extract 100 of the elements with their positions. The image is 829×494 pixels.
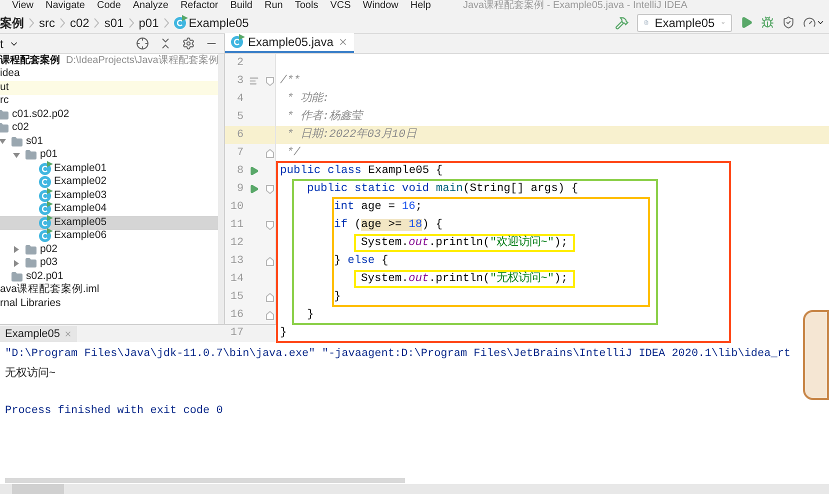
- breadcrumb-item[interactable]: src: [39, 14, 55, 32]
- tree-item-label: rc: [0, 93, 9, 108]
- tree-item-label: p03: [40, 255, 58, 270]
- scrollbar-thumb[interactable]: [5, 478, 405, 483]
- line-number: 8: [236, 164, 244, 179]
- profile-icon[interactable]: [803, 16, 816, 29]
- editor-tab[interactable]: Example05.java: [225, 33, 354, 53]
- fold-icon[interactable]: [266, 184, 274, 194]
- menu-item[interactable]: Code: [96, 0, 121, 12]
- code-line: public static void main(String[] args) {: [307, 182, 578, 197]
- tree-item[interactable]: Example02: [0, 176, 218, 189]
- tree-item-label: Example01: [54, 160, 107, 176]
- tree-item-label: ava课程配套案例.iml: [0, 282, 100, 298]
- tree-item-label: p01: [40, 147, 58, 162]
- tree-item[interactable]: p03: [0, 256, 218, 270]
- tree-item[interactable]: Example05: [0, 216, 218, 230]
- expanded-arrow-icon[interactable]: [13, 152, 20, 159]
- tree-item[interactable]: p01: [0, 148, 218, 162]
- run-icon[interactable]: [740, 16, 753, 29]
- tree-item[interactable]: Example04: [0, 202, 218, 216]
- tree-item[interactable]: Example03: [0, 189, 218, 202]
- code-line: public class Example05 {: [280, 164, 443, 179]
- expanded-arrow-icon[interactable]: [0, 138, 6, 146]
- match-highlight: age >= 18: [361, 219, 422, 231]
- annotation-frame: System.out.println("无权访问~");: [354, 270, 575, 288]
- tree-item[interactable]: s02.p01: [0, 270, 218, 284]
- tree-item[interactable]: 课程配套案例 D:\IdeaProjects\Java课程配套案例: [0, 54, 218, 68]
- menu-item[interactable]: Navigate: [46, 0, 85, 12]
- tree-item[interactable]: s01: [0, 135, 218, 148]
- tree-item[interactable]: ava课程配套案例.iml: [0, 284, 218, 297]
- breadcrumb-item[interactable]: Example05: [174, 14, 249, 32]
- folder-icon: [0, 108, 9, 121]
- line-number: 3: [236, 74, 244, 89]
- runnable-class-icon: [39, 216, 51, 229]
- code-line: }: [280, 326, 287, 341]
- menu-item[interactable]: Analyze: [132, 0, 168, 12]
- tree-item[interactable]: rnal Libraries: [0, 297, 218, 310]
- code-line: /**: [280, 74, 300, 89]
- code-line: int age = 16;: [334, 200, 422, 215]
- breadcrumb-item[interactable]: c02: [70, 14, 90, 32]
- close-icon[interactable]: [64, 330, 72, 338]
- tree-item[interactable]: Example01: [0, 162, 218, 176]
- folder-icon: [0, 122, 9, 134]
- fold-end-icon[interactable]: [266, 148, 274, 158]
- structure-icon[interactable]: [249, 76, 260, 86]
- code-line: if (age >= 18) {: [334, 218, 442, 233]
- tree-item-label: Example05: [54, 214, 107, 230]
- run-gutter-icon[interactable]: [249, 166, 260, 176]
- run-gutter-icon[interactable]: [249, 184, 260, 194]
- console-line: 无权访问~: [5, 366, 56, 381]
- run-configuration-dropdown[interactable]: Example05: [637, 14, 732, 32]
- tree-item-label: rnal Libraries: [0, 296, 61, 311]
- tree-item[interactable]: p02: [0, 243, 218, 256]
- collapsed-arrow-icon[interactable]: [13, 246, 20, 254]
- close-icon[interactable]: [338, 37, 348, 47]
- tree-item-label: c01.s02.p02: [12, 106, 70, 122]
- panel-title[interactable]: t: [0, 34, 4, 52]
- menu-item[interactable]: Run: [264, 0, 283, 12]
- menu-item[interactable]: VCS: [330, 0, 351, 12]
- chevron-right-icon: [128, 18, 134, 28]
- code-line: * 日期:2022年03月10日: [286, 126, 416, 143]
- debug-icon[interactable]: [761, 16, 774, 29]
- tree-item[interactable]: c02: [0, 122, 218, 135]
- code-line: }: [307, 308, 314, 323]
- tree-item-label: p02: [40, 242, 58, 257]
- menu-item[interactable]: Tools: [294, 0, 318, 12]
- runnable-class-icon: [231, 36, 243, 48]
- caret-icon[interactable]: [816, 18, 825, 27]
- menu-item[interactable]: Window: [362, 0, 398, 12]
- fold-end-icon[interactable]: [266, 256, 274, 266]
- breadcrumb-item[interactable]: p01: [138, 14, 159, 32]
- tree-item-label: Example03: [54, 188, 107, 203]
- menu-item[interactable]: View: [12, 0, 34, 12]
- tree-item[interactable]: c01.s02.p02: [0, 108, 218, 122]
- tree-item[interactable]: ut: [0, 81, 218, 94]
- tree-item-label: Example04: [54, 201, 107, 216]
- folder-icon: [25, 149, 37, 162]
- console-line: "D:\Program Files\Java\jdk-11.0.7\bin\java.exe" "-javaagent:D:\Program Files\JetBrains\IntelliJ IDEA 2020.1\lib\idea_rt: [5, 347, 792, 362]
- line-number: 6: [236, 128, 244, 143]
- fold-icon[interactable]: [266, 76, 274, 86]
- settings-icon[interactable]: [182, 37, 195, 50]
- breadcrumb-item[interactable]: 案例: [0, 14, 24, 32]
- fold-icon[interactable]: [266, 220, 274, 230]
- line-number: 16: [229, 308, 244, 323]
- tree-item-label: s02.p01: [26, 268, 64, 283]
- line-number: 11: [229, 218, 244, 233]
- locate-icon[interactable]: [136, 37, 149, 50]
- breadcrumb-item[interactable]: s01: [104, 14, 124, 32]
- run-tab[interactable]: Example05: [0, 326, 78, 342]
- tree-item[interactable]: idea: [0, 68, 218, 81]
- collapsed-arrow-icon[interactable]: [13, 260, 20, 267]
- coverage-icon[interactable]: [782, 16, 795, 29]
- menu-item[interactable]: Build: [230, 0, 252, 12]
- code-line: * 作者:杨鑫莹: [286, 108, 362, 125]
- file-icon: [644, 17, 649, 28]
- menu-item[interactable]: Refactor: [180, 0, 218, 12]
- build-icon[interactable]: [615, 16, 629, 30]
- tree-item[interactable]: rc: [0, 94, 218, 108]
- menu-item[interactable]: Help: [410, 0, 431, 12]
- tree-item[interactable]: Example06: [0, 230, 218, 243]
